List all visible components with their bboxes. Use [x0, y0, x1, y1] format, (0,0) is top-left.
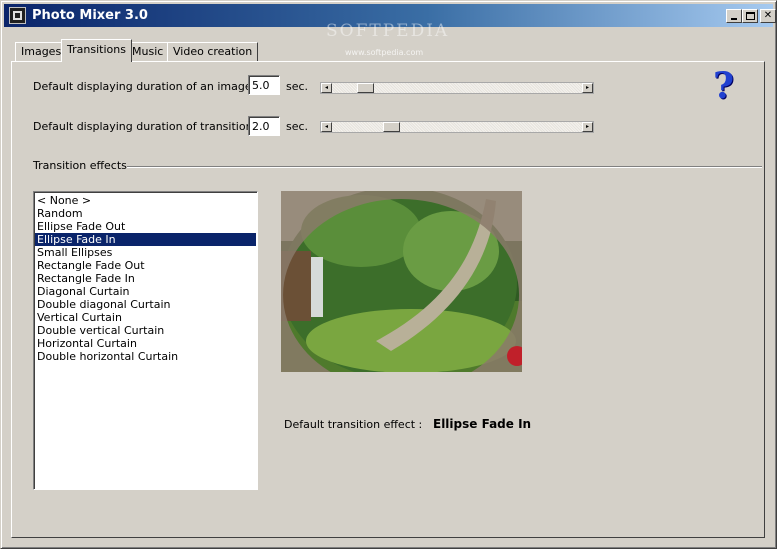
- watermark: SOFTPEDIA: [326, 21, 450, 41]
- transition-duration-input[interactable]: 2.0: [248, 116, 280, 136]
- title-bar[interactable]: Photo Mixer 3.0 SOFTPEDIA ✕: [4, 4, 776, 41]
- app-window: Photo Mixer 3.0 SOFTPEDIA ✕ www.softpedi…: [0, 0, 777, 549]
- scroll-left-icon[interactable]: ◂: [321, 83, 332, 93]
- list-item[interactable]: Diagonal Curtain: [34, 285, 257, 298]
- close-button[interactable]: ✕: [760, 9, 776, 23]
- list-item[interactable]: Double diagonal Curtain: [34, 298, 257, 311]
- transition-preview-image: [281, 191, 522, 372]
- transition-duration-label: Default displaying duration of transitio…: [33, 120, 266, 133]
- list-item[interactable]: Ellipse Fade Out: [34, 220, 257, 233]
- help-icon[interactable]: ?: [713, 65, 741, 107]
- transition-effects-list[interactable]: < None > Random Ellipse Fade Out Ellipse…: [33, 191, 258, 490]
- app-icon: [9, 7, 26, 24]
- watermark-url: www.softpedia.com: [345, 48, 424, 57]
- tab-images[interactable]: Images: [15, 42, 68, 61]
- image-duration-label: Default displaying duration of an image …: [33, 80, 259, 93]
- list-item[interactable]: Rectangle Fade In: [34, 272, 257, 285]
- slider-thumb[interactable]: [357, 83, 374, 93]
- default-effect-label: Default transition effect :: [284, 418, 423, 431]
- image-duration-slider[interactable]: ◂ ▸: [320, 82, 594, 94]
- tab-music[interactable]: Music: [126, 42, 170, 61]
- scroll-right-icon[interactable]: ▸: [582, 122, 593, 132]
- list-item[interactable]: Vertical Curtain: [34, 311, 257, 324]
- list-item-selected[interactable]: Ellipse Fade In: [35, 233, 256, 246]
- tab-transitions[interactable]: Transitions: [61, 39, 132, 62]
- list-item[interactable]: Double vertical Curtain: [34, 324, 257, 337]
- minimize-button[interactable]: [726, 9, 742, 23]
- group-divider: [127, 166, 762, 168]
- transition-duration-slider[interactable]: ◂ ▸: [320, 121, 594, 133]
- list-item[interactable]: Small Ellipses: [34, 246, 257, 259]
- list-item[interactable]: < None >: [34, 194, 257, 207]
- tab-video-creation[interactable]: Video creation: [167, 42, 259, 61]
- window-title: Photo Mixer 3.0: [32, 8, 148, 23]
- maximize-button[interactable]: [742, 9, 758, 23]
- list-item[interactable]: Rectangle Fade Out: [34, 259, 257, 272]
- slider-thumb[interactable]: [383, 122, 400, 132]
- close-icon: ✕: [763, 10, 773, 21]
- list-item[interactable]: Horizontal Curtain: [34, 337, 257, 350]
- list-item[interactable]: Double horizontal Curtain: [34, 350, 257, 363]
- image-duration-unit: sec.: [286, 80, 309, 93]
- transition-effects-group-label: Transition effects: [33, 159, 127, 172]
- scroll-right-icon[interactable]: ▸: [582, 83, 593, 93]
- maximize-icon: [746, 12, 755, 20]
- scroll-left-icon[interactable]: ◂: [321, 122, 332, 132]
- minimize-icon: [731, 18, 737, 20]
- transition-duration-unit: sec.: [286, 120, 309, 133]
- image-duration-input[interactable]: 5.0: [248, 75, 280, 95]
- list-item[interactable]: Random: [34, 207, 257, 220]
- default-effect-value: Ellipse Fade In: [433, 417, 532, 431]
